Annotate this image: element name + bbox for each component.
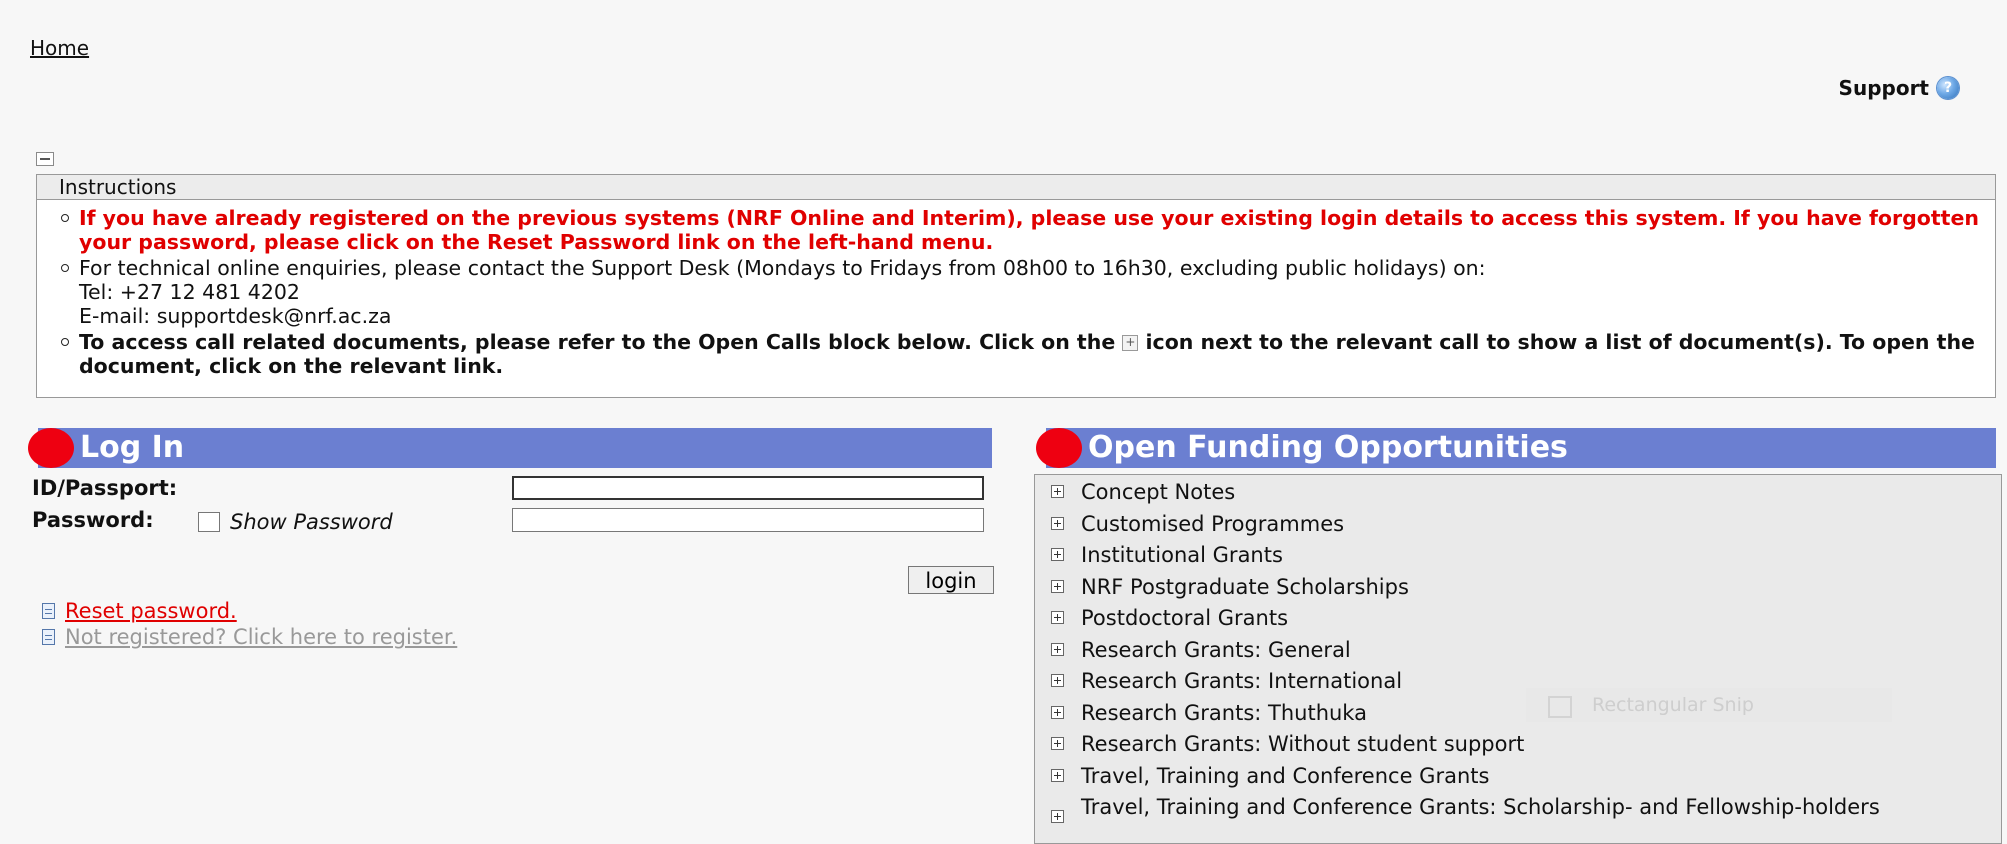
funding-item[interactable]: Institutional Grants: [1035, 544, 2001, 576]
show-password-label: Show Password: [230, 510, 393, 534]
show-password-toggle[interactable]: Show Password: [198, 510, 393, 534]
expand-icon[interactable]: [1051, 548, 1064, 561]
expand-icon[interactable]: [1051, 705, 1064, 719]
support-label: Support: [1838, 76, 1929, 100]
funding-item[interactable]: NRF Postgraduate Scholarships: [1035, 576, 2001, 608]
support-desk-text: For technical online enquiries, please c…: [79, 256, 1486, 280]
bullet-icon: [1036, 428, 1082, 468]
register-row: Not registered? Click here to register.: [42, 624, 457, 650]
id-passport-label: ID/Passport:: [32, 476, 178, 500]
document-icon: [42, 603, 55, 619]
reset-password-link[interactable]: Reset password.: [65, 599, 237, 623]
snip-overlay: Rectangular Snip: [1526, 688, 1892, 722]
support-tel: Tel: +27 12 481 4202: [79, 280, 300, 304]
expand-icon[interactable]: [1051, 674, 1064, 687]
funding-title: Open Funding Opportunities: [1088, 430, 1568, 465]
password-row: Password: Show Password: [32, 508, 992, 540]
expand-icon: +: [1122, 335, 1139, 351]
funding-item-label: Travel, Training and Conference Grants: …: [1081, 795, 1880, 819]
home-link[interactable]: Home: [30, 36, 89, 60]
login-form: ID/Passport: Password: Show Password: [32, 476, 992, 540]
funding-item[interactable]: Research Grants: General: [1035, 639, 2001, 671]
funding-item[interactable]: Travel, Training and Conference Grants: [1035, 765, 2001, 797]
documents-text-part1: To access call related documents, please…: [79, 330, 1116, 354]
funding-item[interactable]: Concept Notes: [1035, 481, 2001, 513]
collapse-instructions-button[interactable]: [36, 152, 54, 166]
snip-icon: [1548, 696, 1572, 718]
funding-item[interactable]: Postdoctoral Grants: [1035, 607, 2001, 639]
expand-icon[interactable]: [1051, 485, 1064, 498]
login-title: Log In: [80, 430, 185, 465]
password-label: Password:: [32, 508, 154, 532]
login-button[interactable]: login: [908, 566, 994, 594]
funding-item[interactable]: Travel, Training and Conference Grants: …: [1035, 796, 2001, 828]
funding-item[interactable]: Customised Programmes: [1035, 513, 2001, 545]
funding-item-label: Customised Programmes: [1081, 511, 1345, 536]
funding-item-label: Research Grants: General: [1081, 637, 1351, 662]
funding-list: Concept Notes Customised Programmes Inst…: [1034, 474, 2002, 844]
help-icon: ?: [1937, 77, 1959, 99]
bullet-icon: [28, 428, 74, 468]
show-password-checkbox[interactable]: [198, 512, 220, 532]
breadcrumb: Home: [30, 36, 89, 60]
funding-item-label: Institutional Grants: [1081, 543, 1283, 567]
account-links: Reset password. Not registered? Click he…: [42, 598, 457, 650]
funding-item-label: Travel, Training and Conference Grants: [1081, 763, 1490, 788]
password-input[interactable]: [512, 508, 984, 532]
funding-section-header: Open Funding Opportunities: [1036, 428, 1996, 468]
instruction-item-support: For technical online enquiries, please c…: [61, 256, 1995, 328]
expand-icon[interactable]: [1051, 737, 1064, 750]
funding-item-label: Research Grants: International: [1081, 669, 1403, 693]
expand-icon[interactable]: [1051, 642, 1064, 656]
login-section-header: Log In: [28, 428, 992, 468]
funding-item[interactable]: Research Grants: Without student support: [1035, 733, 2001, 765]
instructions-panel: Instructions If you have already registe…: [36, 174, 1996, 398]
expand-icon[interactable]: [1051, 768, 1064, 782]
expand-icon[interactable]: [1051, 516, 1064, 530]
support-email: E-mail: supportdesk@nrf.ac.za: [79, 304, 392, 328]
instruction-item-documents: To access call related documents, please…: [61, 330, 1995, 378]
register-link[interactable]: Not registered? Click here to register.: [65, 625, 457, 649]
expand-icon[interactable]: [1051, 579, 1064, 593]
funding-item-label: NRF Postgraduate Scholarships: [1081, 574, 1409, 599]
document-icon: [42, 629, 55, 645]
expand-icon[interactable]: [1051, 810, 1064, 823]
funding-item-label: Research Grants: Thuthuka: [1081, 700, 1367, 725]
funding-item-label: Concept Notes: [1081, 480, 1236, 504]
reset-password-row: Reset password.: [42, 598, 457, 624]
funding-item-label: Postdoctoral Grants: [1081, 606, 1289, 630]
snip-label: Rectangular Snip: [1592, 694, 1754, 716]
expand-icon[interactable]: [1051, 611, 1064, 624]
funding-item-label: Research Grants: Without student support: [1081, 732, 1525, 756]
instructions-header: Instructions: [37, 175, 1995, 200]
instructions-list: If you have already registered on the pr…: [37, 206, 1995, 378]
support-link[interactable]: Support ?: [1839, 76, 1959, 100]
id-row: ID/Passport:: [32, 476, 992, 508]
id-passport-input[interactable]: [512, 476, 984, 500]
instruction-item-login: If you have already registered on the pr…: [61, 206, 1995, 254]
